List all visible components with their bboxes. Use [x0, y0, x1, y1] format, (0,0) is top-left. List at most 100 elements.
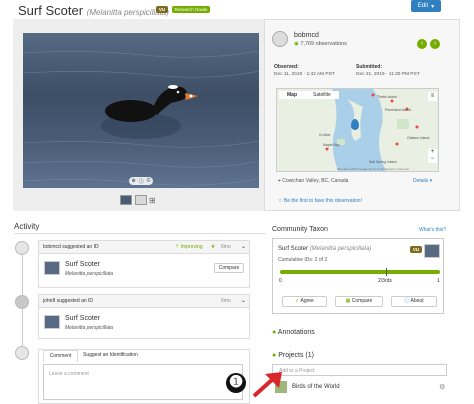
taxon-name[interactable]: Surf Scoter	[65, 315, 100, 322]
identification-card: bobmcd suggested an ID ⇡ Improving ❦ 6mo…	[38, 240, 250, 288]
next-observation-button[interactable]: ›	[430, 39, 440, 49]
compare-button[interactable]: ▦ Compare	[335, 296, 383, 307]
about-button[interactable]: ⓘ About	[391, 296, 437, 307]
scale-min: 0	[279, 278, 282, 284]
avatar[interactable]	[15, 241, 29, 255]
chevron-right-icon: ›	[433, 40, 437, 47]
red-arrow-icon	[252, 372, 282, 398]
compare-icon: ▦	[345, 298, 351, 304]
tab-suggest-id[interactable]: Suggest an Identification	[83, 350, 138, 361]
taxon-sci-name: Melanitta perspicillata	[65, 325, 114, 331]
avatar[interactable]	[15, 295, 29, 309]
binoculars-icon: ◉	[294, 41, 299, 47]
taxon-photo[interactable]	[44, 315, 60, 329]
identification-card: john8 suggested an ID 6mo ⌄ Surf Scoter …	[38, 294, 250, 339]
community-taxon-name[interactable]: Surf Scoter (Melanitta perspicillata)	[278, 246, 371, 252]
step-marker: ❶	[226, 373, 246, 393]
map-place-label: Crofton	[319, 133, 331, 137]
location-map[interactable]: Thetis Island Penelakut Island Crofton M…	[276, 88, 439, 172]
activity-heading: Activity	[14, 222, 40, 231]
chevron-down-icon[interactable]: ⌄	[241, 243, 246, 250]
info-icon: ⓘ	[404, 298, 410, 304]
consensus-bar	[280, 270, 440, 274]
map-attribution: Map data ©2020 Google Terms of Use Repor…	[337, 167, 409, 171]
taxon-photo[interactable]	[44, 261, 60, 275]
map-graphic: Thetis Island Penelakut Island Crofton M…	[277, 89, 438, 171]
chevron-left-icon: ‹	[420, 40, 424, 47]
tab-comment[interactable]: Comment	[43, 350, 78, 362]
map-zoom-control[interactable]: + −	[428, 149, 437, 163]
observation-photo[interactable]	[23, 33, 259, 188]
star-icon: ☆	[278, 198, 283, 204]
comment-input[interactable]: Leave a comment	[43, 364, 243, 400]
map-place-label: Penelakut Island	[385, 108, 411, 112]
activity-user: bobmcd suggested an ID	[43, 244, 99, 250]
gear-icon[interactable]: ⚙	[439, 383, 445, 391]
avatar	[15, 346, 29, 360]
whats-this-link[interactable]: What's this?	[419, 227, 446, 233]
timestamp: 6mo	[221, 298, 231, 304]
community-taxon-heading: Community Taxon	[272, 226, 328, 233]
leaf-icon: ❦	[211, 244, 216, 250]
map-place-label: Galiano Island	[407, 136, 429, 140]
chevron-down-icon: ▾	[431, 3, 435, 10]
add-project-input[interactable]: Add to a Project	[272, 364, 447, 376]
photo-thumbnail[interactable]	[120, 195, 132, 205]
add-media-icon[interactable]: ⊞	[149, 196, 156, 205]
observer-username[interactable]: bobmcd	[294, 32, 319, 39]
scale-mid: 2/3rds	[378, 278, 392, 284]
improving-icon: ⇡	[175, 244, 180, 250]
cumulative-ids: Cumulative IDs: 2 of 2	[278, 257, 328, 263]
duck-photo-graphic	[23, 50, 259, 186]
observation-title: Surf Scoter (Melanitta perspicillata)	[18, 3, 169, 18]
card-header: bobmcd suggested an ID ⇡ Improving ❦ 6mo…	[39, 241, 249, 254]
avatar[interactable]	[272, 31, 288, 47]
taxon-name[interactable]: Surf Scoter	[65, 261, 100, 268]
annotations-toggle[interactable]: ● Annotations	[272, 329, 315, 336]
zoom-icon[interactable]: ⊕	[132, 178, 136, 184]
license-icon[interactable]: ©	[147, 178, 151, 184]
agree-button[interactable]: ✓ Agree	[282, 296, 327, 307]
card-header: john8 suggested an ID 6mo ⌄	[39, 295, 249, 308]
divider	[14, 233, 266, 234]
projects-toggle[interactable]: ● Projects (1)	[272, 352, 314, 359]
sound-thumbnail[interactable]	[135, 195, 147, 205]
tab-satellite[interactable]: Satellite	[305, 91, 339, 99]
observation-count[interactable]: ◉ 7,769 observations	[294, 41, 347, 47]
taxon-photo[interactable]	[424, 244, 440, 258]
prev-observation-button[interactable]: ‹	[417, 39, 427, 49]
observed-value: Dec 11, 2019 · 1:42 AM PST	[274, 72, 335, 77]
submitted-label: Submitted:	[356, 64, 383, 70]
conservation-status-badge: VU	[156, 6, 168, 13]
scale-max: 1	[437, 278, 440, 284]
timestamp: 6mo	[221, 244, 231, 250]
location-text: ⌖ Cowichan Valley, BC, Canada	[278, 178, 349, 184]
map-place-label: Maple Bay	[323, 143, 340, 147]
info-icon[interactable]: ⓘ	[139, 178, 144, 185]
edit-button[interactable]: Edit ▾	[411, 0, 441, 12]
project-name[interactable]: Birds of the World	[292, 384, 340, 390]
quality-grade-badge: Research Grade	[172, 6, 210, 13]
comment-box: Comment Suggest an Identification Leave …	[38, 349, 250, 404]
map-place-label: Thetis Island	[377, 95, 397, 99]
map-layers-icon[interactable]: ≡	[428, 92, 437, 101]
improving-status: ⇡ Improving	[175, 244, 203, 250]
chevron-down-icon[interactable]: ⌄	[241, 297, 246, 304]
photo-controls[interactable]: ⊕ ⓘ ©	[129, 177, 153, 185]
chevron-right-icon: ●	[272, 329, 277, 336]
submitted-value: Dec 21, 2019 · 11:30 PM PST	[356, 72, 420, 77]
check-icon: ✓	[295, 298, 300, 304]
compare-button[interactable]: Compare	[214, 263, 244, 273]
map-place-label: Salt Spring Island	[369, 160, 396, 164]
tab-map[interactable]: Map	[279, 91, 305, 99]
fave-link[interactable]: ☆ Be the first to fave this observation!	[278, 198, 362, 204]
chevron-down-icon: ●	[272, 352, 277, 359]
map-type-tabs: Map Satellite	[279, 91, 339, 99]
activity-user: john8 suggested an ID	[43, 298, 94, 304]
two-thirds-marker	[386, 268, 387, 276]
map-pin-icon: ⌖	[278, 178, 281, 184]
details-link[interactable]: Details ▾	[413, 178, 432, 184]
common-name: Surf Scoter	[18, 3, 84, 18]
observation-pin-icon[interactable]	[351, 119, 359, 130]
conservation-status-badge: VU	[410, 246, 422, 253]
